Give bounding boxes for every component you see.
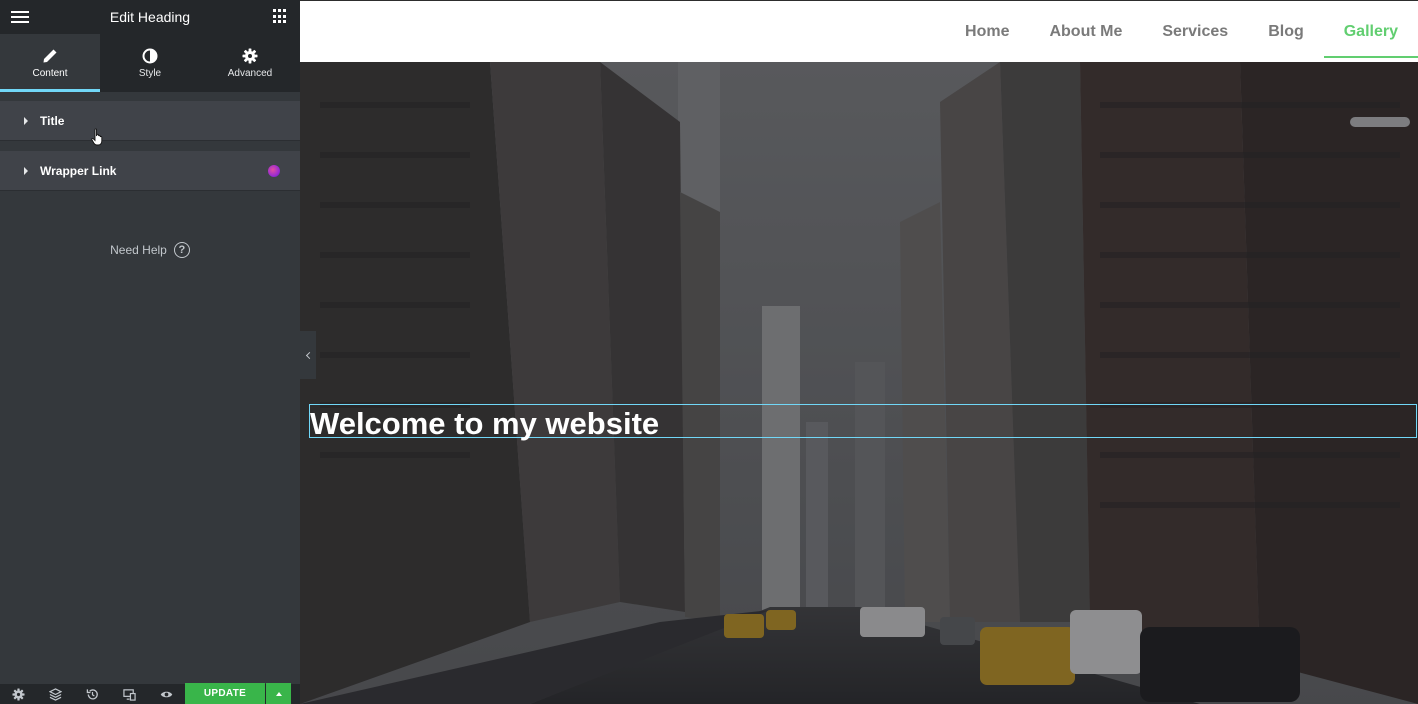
tab-content-label: Content (32, 67, 68, 79)
hero-overlay (300, 62, 1418, 704)
nav-item-services[interactable]: Services (1142, 6, 1248, 58)
nav-item-gallery[interactable]: Gallery (1323, 6, 1418, 58)
tab-style[interactable]: Style (100, 34, 200, 92)
tab-advanced[interactable]: Advanced (200, 34, 300, 92)
nav-item-about-me[interactable]: About Me (1029, 6, 1142, 58)
gear-icon (242, 48, 258, 63)
help-circle-icon: ? (173, 242, 190, 258)
need-help-link[interactable]: Need Help ? (0, 241, 300, 259)
history-icon[interactable] (86, 688, 99, 701)
section-title-label: Title (40, 113, 65, 128)
pro-badge-icon (268, 165, 280, 177)
hero-section[interactable]: Welcome to my website (300, 62, 1418, 704)
nav-item-blog[interactable]: Blog (1248, 6, 1324, 58)
panel-header: Edit Heading (0, 0, 300, 34)
section-title[interactable]: Title (0, 101, 300, 141)
hero-heading: Welcome to my website (310, 406, 660, 441)
tab-content[interactable]: Content (0, 34, 100, 92)
hand-pointer-cursor-icon (91, 128, 103, 146)
contrast-icon (142, 48, 158, 63)
update-options-caret-icon[interactable] (266, 683, 291, 704)
responsive-icon[interactable] (123, 688, 136, 701)
heading-widget[interactable]: Welcome to my website (309, 404, 1417, 441)
main-nav: Home About Me Services Blog Gallery (945, 1, 1418, 63)
collapse-panel-chevron-icon[interactable] (300, 331, 316, 379)
panel-title: Edit Heading (109, 9, 191, 25)
page-preview: Home About Me Services Blog Gallery Welc… (300, 0, 1418, 704)
site-header: Home About Me Services Blog Gallery (300, 0, 1418, 62)
widgets-grid-icon[interactable] (273, 9, 288, 24)
section-wrapper-link[interactable]: Wrapper Link (0, 151, 300, 191)
need-help-label: Need Help (110, 243, 167, 257)
editor-panel: Edit Heading Content Style Advanced Titl… (0, 0, 300, 704)
settings-icon[interactable] (12, 688, 25, 701)
caret-right-icon (24, 166, 28, 175)
pencil-icon (43, 49, 57, 62)
panel-tabs: Content Style Advanced (0, 34, 300, 92)
section-wrapper-link-label: Wrapper Link (40, 163, 117, 178)
tab-advanced-label: Advanced (227, 67, 273, 79)
layers-icon[interactable] (49, 688, 62, 701)
eye-icon[interactable] (160, 688, 173, 701)
caret-right-icon (24, 116, 28, 125)
update-button[interactable]: UPDATE (185, 683, 265, 704)
hamburger-menu-icon[interactable] (10, 8, 30, 26)
nav-item-home[interactable]: Home (945, 6, 1029, 58)
tab-style-label: Style (138, 67, 162, 79)
